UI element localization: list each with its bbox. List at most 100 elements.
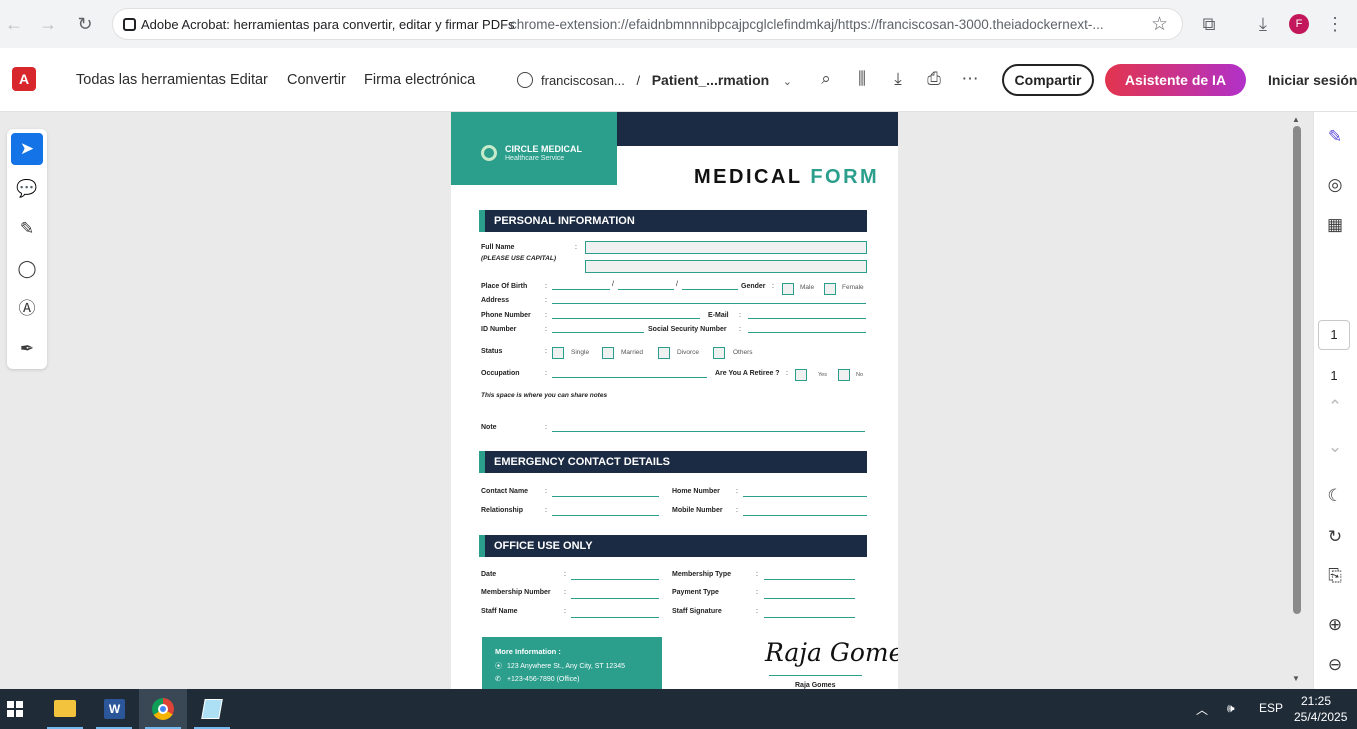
zoom-out-icon[interactable]: ⊖ <box>1322 652 1348 678</box>
checkbox-divorce[interactable] <box>658 347 670 359</box>
system-clock[interactable]: 21:25 25/4/2025 <box>1294 693 1347 725</box>
extensions-icon[interactable]: ⧉ <box>1197 12 1221 36</box>
search-icon[interactable]: ⌕ <box>815 68 837 90</box>
label-contact-name: Contact Name <box>481 488 529 495</box>
menu-edit[interactable]: Editar <box>230 72 268 88</box>
birth-field-3[interactable] <box>682 289 738 290</box>
checkbox-male[interactable] <box>782 283 794 295</box>
scroll-down-arrow-icon[interactable]: ▼ <box>1292 674 1300 683</box>
option-yes: Yes <box>818 372 827 378</box>
membership-type-field[interactable] <box>764 579 855 580</box>
screen: ← → ↻ Adobe Acrobat: herramientas para c… <box>0 0 1357 729</box>
download-icon[interactable]: ⤓ <box>1251 12 1275 36</box>
scroll-up-arrow-icon[interactable]: ▲ <box>1292 115 1300 124</box>
relationship-field[interactable] <box>552 515 659 516</box>
print-icon[interactable]: ⎙ <box>923 68 945 90</box>
staff-signature-field[interactable] <box>764 617 855 618</box>
address-bar[interactable]: Adobe Acrobat: herramientas para convert… <box>112 8 1183 40</box>
lasso-draw-icon[interactable]: ◯ <box>11 253 43 285</box>
bookmark-star-icon[interactable]: ☆ <box>1151 13 1168 36</box>
zoom-in-icon[interactable]: ⊕ <box>1322 612 1348 638</box>
phone-field[interactable] <box>552 318 700 319</box>
comment-icon[interactable]: 💬 <box>11 173 43 205</box>
acrobat-logo-icon[interactable]: A <box>12 67 36 91</box>
comments-panel-icon[interactable]: ◎ <box>1322 172 1348 198</box>
label-ssn: Social Security Number <box>648 326 727 333</box>
taskbar-file-explorer[interactable] <box>41 689 89 729</box>
note-field[interactable] <box>552 431 865 432</box>
label-occupation: Occupation <box>481 370 520 377</box>
dark-mode-icon[interactable]: ☾ <box>1322 483 1348 509</box>
address-field[interactable] <box>552 303 866 304</box>
more-options-icon[interactable]: ⋯ <box>959 68 981 90</box>
next-page-chevron-down-icon[interactable]: ⌄ <box>1322 434 1348 460</box>
show-hidden-icons-chevron-icon[interactable]: ︿ <box>1196 701 1208 718</box>
payment-type-field[interactable] <box>764 598 855 599</box>
contact-name-field[interactable] <box>552 496 659 497</box>
date-field[interactable] <box>571 579 659 580</box>
profile-avatar[interactable]: F <box>1289 14 1309 34</box>
sign-in-link[interactable]: Iniciar sesión <box>1268 72 1357 88</box>
full-name-field-1[interactable] <box>585 241 867 254</box>
ai-summary-icon[interactable]: ✎ <box>1322 124 1348 150</box>
occupation-field[interactable] <box>552 377 707 378</box>
checkbox-retiree-no[interactable] <box>838 369 850 381</box>
download-icon[interactable]: ⤓ <box>887 68 909 90</box>
colon: : <box>545 507 547 514</box>
highlight-pen-icon[interactable]: ✎ <box>11 213 43 245</box>
checkbox-others[interactable] <box>713 347 725 359</box>
mobile-number-field[interactable] <box>743 515 867 516</box>
ai-assistant-button[interactable]: Asistente de IA <box>1105 64 1246 96</box>
current-page-input[interactable]: 1 <box>1318 320 1350 350</box>
home-number-field[interactable] <box>743 496 867 497</box>
start-button[interactable] <box>0 689 30 729</box>
page-view-icon[interactable]: ⫼ <box>851 68 873 90</box>
birth-field-1[interactable] <box>552 289 610 290</box>
checkbox-female[interactable] <box>824 283 836 295</box>
kebab-menu-icon[interactable]: ⋮ <box>1323 12 1347 36</box>
breadcrumb-file-name[interactable]: Patient_...rmation <box>652 72 769 88</box>
reload-icon[interactable]: ↻ <box>73 12 97 36</box>
taskbar-notepad[interactable] <box>188 689 236 729</box>
vertical-scrollbar-thumb[interactable] <box>1293 126 1301 614</box>
ssn-field[interactable] <box>748 332 866 333</box>
browser-toolbar: ← → ↻ Adobe Acrobat: herramientas para c… <box>0 0 1357 48</box>
checkbox-single[interactable] <box>552 347 564 359</box>
signature-name: Raja Gomes <box>795 682 836 689</box>
email-field[interactable] <box>748 318 866 319</box>
rotate-icon[interactable]: ↻ <box>1322 524 1348 550</box>
select-cursor-icon[interactable]: ➤ <box>11 133 43 165</box>
previous-page-chevron-up-icon[interactable]: ⌃ <box>1322 394 1348 420</box>
url-text[interactable]: chrome-extension://efaidnbmnnnibpcajpcgl… <box>510 17 1140 32</box>
membership-number-field[interactable] <box>571 598 659 599</box>
volume-icon[interactable]: 🕪 <box>1227 701 1235 716</box>
chevron-down-icon[interactable]: ⌄ <box>783 76 792 88</box>
forward-arrow-icon[interactable]: → <box>36 12 60 36</box>
taskbar-word[interactable]: W <box>90 689 138 729</box>
windows-taskbar: W ︿ 🕪 ESP 21:25 25/4/2025 <box>0 689 1357 729</box>
colon: : <box>545 312 547 319</box>
birth-field-2[interactable] <box>618 289 674 290</box>
input-language[interactable]: ESP <box>1259 701 1283 715</box>
colon: : <box>564 589 566 596</box>
address-text: 123 Anywhere St., Any City, ST 12345 <box>506 663 625 670</box>
breadcrumb[interactable]: franciscosan... / Patient_...rmation ⌄ <box>517 72 792 88</box>
staff-name-field[interactable] <box>571 617 659 618</box>
full-name-field-2[interactable] <box>585 260 867 273</box>
label-address: Address <box>481 297 510 304</box>
colon: : <box>756 589 758 596</box>
menu-e-signature[interactable]: Firma electrónica <box>364 72 475 88</box>
back-arrow-icon[interactable]: ← <box>2 12 26 36</box>
menu-convert[interactable]: Convertir <box>287 72 346 88</box>
checkbox-retiree-yes[interactable] <box>795 369 807 381</box>
checkbox-married[interactable] <box>602 347 614 359</box>
thumbnails-grid-icon[interactable]: ▦ <box>1322 212 1348 238</box>
id-number-field[interactable] <box>552 332 644 333</box>
menu-all-tools[interactable]: Todas las herramientas <box>76 72 226 88</box>
taskbar-chrome[interactable] <box>139 689 187 729</box>
page-extract-icon[interactable]: ⎘ <box>1322 563 1348 589</box>
text-box-icon[interactable]: Ⓐ <box>11 293 43 325</box>
share-button[interactable]: Compartir <box>1002 64 1094 96</box>
breadcrumb-location[interactable]: franciscosan... <box>541 73 625 88</box>
sign-pen-icon[interactable]: ✒ <box>11 333 43 365</box>
